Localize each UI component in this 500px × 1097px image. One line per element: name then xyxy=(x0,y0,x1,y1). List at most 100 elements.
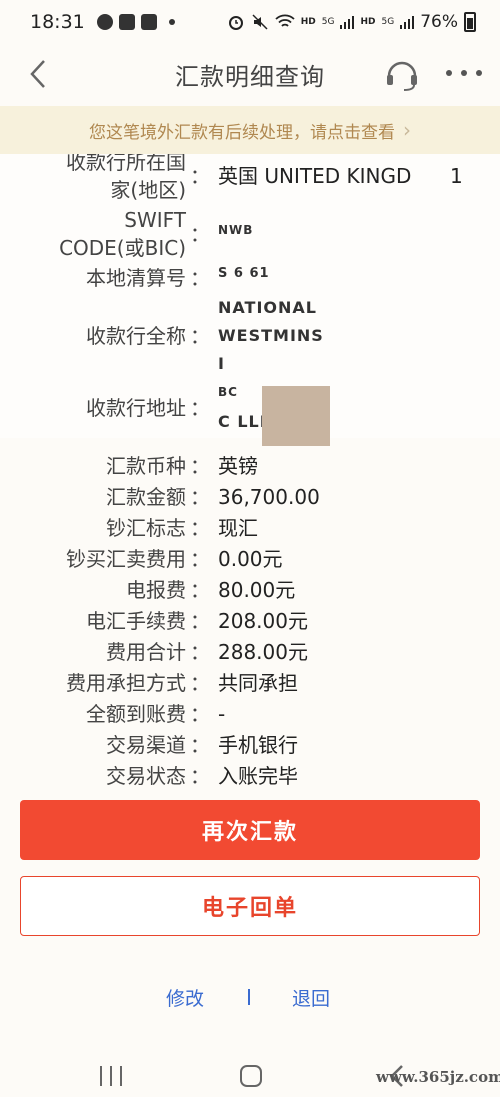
signal-label-1: 5G xyxy=(321,17,335,27)
signal-icon-2 xyxy=(400,16,415,29)
detail-colon: ： xyxy=(190,485,210,509)
modify-link[interactable]: 修改 xyxy=(166,984,204,1011)
detail-label: 收款行地址 xyxy=(86,396,186,420)
watermark-text: www.365jz.com xyxy=(376,1068,500,1086)
redaction-block xyxy=(262,386,330,446)
detail-colon: ： xyxy=(190,733,210,757)
detail-value: 共同承担 xyxy=(218,671,298,695)
detail-colon: ： xyxy=(190,640,210,664)
hd-label-2: HD xyxy=(360,17,376,27)
more-options-button[interactable] xyxy=(446,70,482,80)
checkbox-icon xyxy=(140,14,157,30)
detail-label: 家(地区) xyxy=(110,178,186,202)
detail-label: 费用承担方式 xyxy=(66,671,186,695)
e-receipt-button[interactable]: 电子回单 xyxy=(20,876,480,936)
detail-value: C LLEPE xyxy=(218,412,297,431)
detail-colon: ： xyxy=(190,516,210,540)
alarm-icon xyxy=(228,16,243,30)
hd-label-1: HD xyxy=(300,17,316,27)
detail-colon: ： xyxy=(190,396,210,420)
detail-value: 英镑 xyxy=(218,454,258,478)
app-header: 汇款明细查询 xyxy=(0,44,500,104)
home-button[interactable] xyxy=(240,1065,262,1087)
detail-colon: ： xyxy=(190,266,210,290)
page-title: 汇款明细查询 xyxy=(175,62,325,91)
chevron-left-icon xyxy=(30,60,45,88)
detail-value: 80.00元 xyxy=(218,578,296,602)
recents-bar-icon xyxy=(110,1066,112,1086)
detail-label: 全额到账费 xyxy=(86,702,186,726)
battery-icon xyxy=(464,12,476,32)
remittance-details: 汇款币种 ： 英镑 汇款金额 ： 36,700.00 钞汇标志 ： 现汇 钞买汇… xyxy=(0,446,500,790)
mute-icon xyxy=(252,14,268,30)
battery-percent: 76% xyxy=(420,12,458,32)
detail-label: 钞汇标志 xyxy=(106,516,186,540)
status-bar: 18:31 HD 5G HD 5G 76% xyxy=(0,0,500,44)
action-links: 修改 退回 xyxy=(0,980,500,1016)
detail-value: 英国 UNITED KINGD xyxy=(218,164,412,188)
detail-label: 汇款币种 xyxy=(106,454,186,478)
wechat-icon xyxy=(96,14,113,30)
detail-label: 本地清算号 xyxy=(86,266,186,290)
more-dot-icon xyxy=(446,70,452,76)
detail-value: BC xyxy=(218,385,238,399)
detail-label: 费用合计 xyxy=(106,640,186,664)
detail-label: SWIFT xyxy=(124,208,186,232)
detail-value: 208.00元 xyxy=(218,609,308,633)
detail-label: CODE(或BIC) xyxy=(59,236,186,260)
detail-label: 电汇手续费 xyxy=(86,609,186,633)
detail-value: 现汇 xyxy=(218,516,258,540)
detail-label: 交易渠道 xyxy=(106,733,186,757)
detail-value: NATIONAL xyxy=(218,298,317,317)
link-divider xyxy=(248,989,250,1005)
more-dot-icon xyxy=(461,70,467,76)
notice-text: 您这笔境外汇款有后续处理，请点击查看 xyxy=(89,122,395,143)
detail-colon: ： xyxy=(190,222,210,246)
detail-value: 手机银行 xyxy=(218,733,298,757)
detail-label: 收款行全称 xyxy=(86,324,186,348)
detail-colon: ： xyxy=(190,547,210,571)
status-right: HD 5G HD 5G 76% xyxy=(227,12,476,32)
recents-bar-icon xyxy=(100,1066,102,1086)
detail-value: - xyxy=(218,702,226,726)
chevron-right-icon: › xyxy=(403,118,411,142)
gallery-icon xyxy=(118,14,135,30)
more-notifications-icon xyxy=(168,19,175,25)
detail-colon: ： xyxy=(190,578,210,602)
detail-value: 1 xyxy=(450,164,463,188)
more-dot-icon xyxy=(476,70,482,76)
detail-label: 电报费 xyxy=(126,578,186,602)
wifi-icon xyxy=(275,14,295,27)
detail-colon: ： xyxy=(190,671,210,695)
recents-bar-icon xyxy=(120,1066,122,1086)
recent-apps-button[interactable] xyxy=(100,1066,122,1086)
detail-colon: ： xyxy=(190,609,210,633)
detail-value: I xyxy=(218,354,225,373)
detail-colon: ： xyxy=(190,454,210,478)
detail-label: 汇款金额 xyxy=(106,485,186,509)
detail-value: 0.00元 xyxy=(218,547,283,571)
detail-colon: ： xyxy=(190,764,210,788)
detail-value: 36,700.00 xyxy=(218,485,320,509)
detail-label: 交易状态 xyxy=(106,764,186,788)
detail-value: WESTMINS xyxy=(218,326,324,345)
remit-again-button[interactable]: 再次汇款 xyxy=(20,800,480,860)
signal-label-2: 5G xyxy=(381,17,395,27)
headset-icon xyxy=(387,61,417,91)
customer-service-button[interactable] xyxy=(384,56,420,92)
follow-up-notice[interactable]: 您这笔境外汇款有后续处理，请点击查看 › xyxy=(0,106,500,154)
detail-colon: ： xyxy=(190,324,210,348)
status-time: 18:31 xyxy=(30,11,85,33)
detail-value: 入账完毕 xyxy=(218,764,298,788)
detail-label: 收款行所在国 xyxy=(66,154,186,174)
signal-icon xyxy=(340,16,355,29)
return-link[interactable]: 退回 xyxy=(292,984,330,1011)
detail-value: 288.00元 xyxy=(218,640,308,664)
detail-value: NWB xyxy=(218,223,254,237)
back-button[interactable] xyxy=(26,58,50,90)
detail-label: 钞买汇卖费用 xyxy=(66,547,186,571)
detail-colon: ： xyxy=(190,702,210,726)
beneficiary-bank-details: 收款行所在国 家(地区) ： 英国 UNITED KINGD 1 SWIFT C… xyxy=(0,154,500,438)
detail-colon: ： xyxy=(190,164,210,188)
detail-value: S 6 61 xyxy=(218,266,270,281)
